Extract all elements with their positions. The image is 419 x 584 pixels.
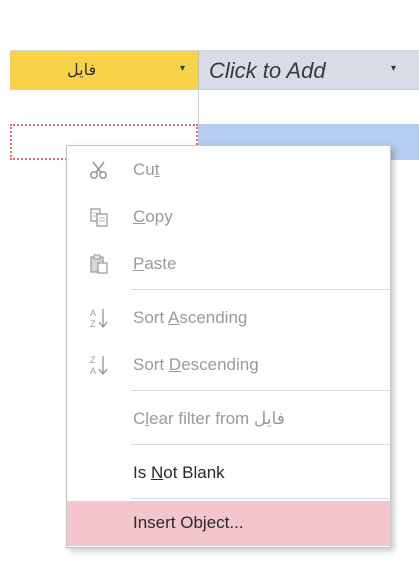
dropdown-arrow-icon[interactable]: ▾ [391, 64, 399, 74]
copy-icon [87, 205, 111, 229]
datasheet-header-row: فایل ▾ Click to Add ▾ [10, 50, 419, 90]
menu-item-cut[interactable]: Cut [67, 148, 390, 193]
menu-item-label: Clear filter from فایل [133, 409, 285, 428]
menu-item-label: Cut [133, 160, 160, 179]
menu-item-copy[interactable]: Copy [67, 195, 390, 240]
svg-text:Z: Z [90, 319, 96, 329]
menu-separator [131, 498, 390, 499]
paste-icon [87, 252, 111, 276]
sort-descending-icon: Z A [87, 353, 111, 377]
click-to-add-label: Click to Add [209, 58, 326, 83]
menu-item-label: Copy [133, 207, 173, 226]
field-column-label: فایل [67, 60, 97, 79]
menu-item-sort-descending[interactable]: Z A Sort Descending [67, 343, 390, 388]
menu-item-label: Paste [133, 254, 177, 273]
menu-item-clear-filter[interactable]: Clear filter from فایل [67, 397, 390, 442]
context-menu: Cut Copy Paste A Z Sort Ascending Z A So… [66, 145, 391, 548]
menu-item-label: Sort Ascending [133, 308, 248, 327]
svg-text:A: A [90, 366, 96, 376]
sort-ascending-icon: A Z [87, 306, 111, 330]
field-column-header[interactable]: فایل ▾ [10, 51, 199, 89]
field-name: فایل [253, 409, 285, 428]
menu-separator [131, 289, 390, 290]
table-row[interactable] [10, 90, 199, 124]
dropdown-arrow-icon[interactable]: ▾ [180, 64, 188, 74]
menu-item-insert-object[interactable]: Insert Object... [67, 501, 390, 546]
svg-text:A: A [90, 308, 96, 318]
svg-text:Z: Z [90, 355, 96, 365]
menu-item-label: Sort Descending [133, 355, 259, 374]
menu-item-label: Is Not Blank [133, 463, 225, 482]
click-to-add-column-header[interactable]: Click to Add ▾ [199, 51, 419, 89]
menu-item-paste[interactable]: Paste [67, 242, 390, 287]
menu-item-is-not-blank[interactable]: Is Not Blank [67, 451, 390, 496]
top-area [0, 0, 419, 50]
scissors-icon [87, 158, 111, 182]
menu-item-sort-ascending[interactable]: A Z Sort Ascending [67, 296, 390, 341]
menu-separator [131, 390, 390, 391]
menu-item-label: Insert Object... [133, 513, 244, 532]
menu-separator [131, 444, 390, 445]
